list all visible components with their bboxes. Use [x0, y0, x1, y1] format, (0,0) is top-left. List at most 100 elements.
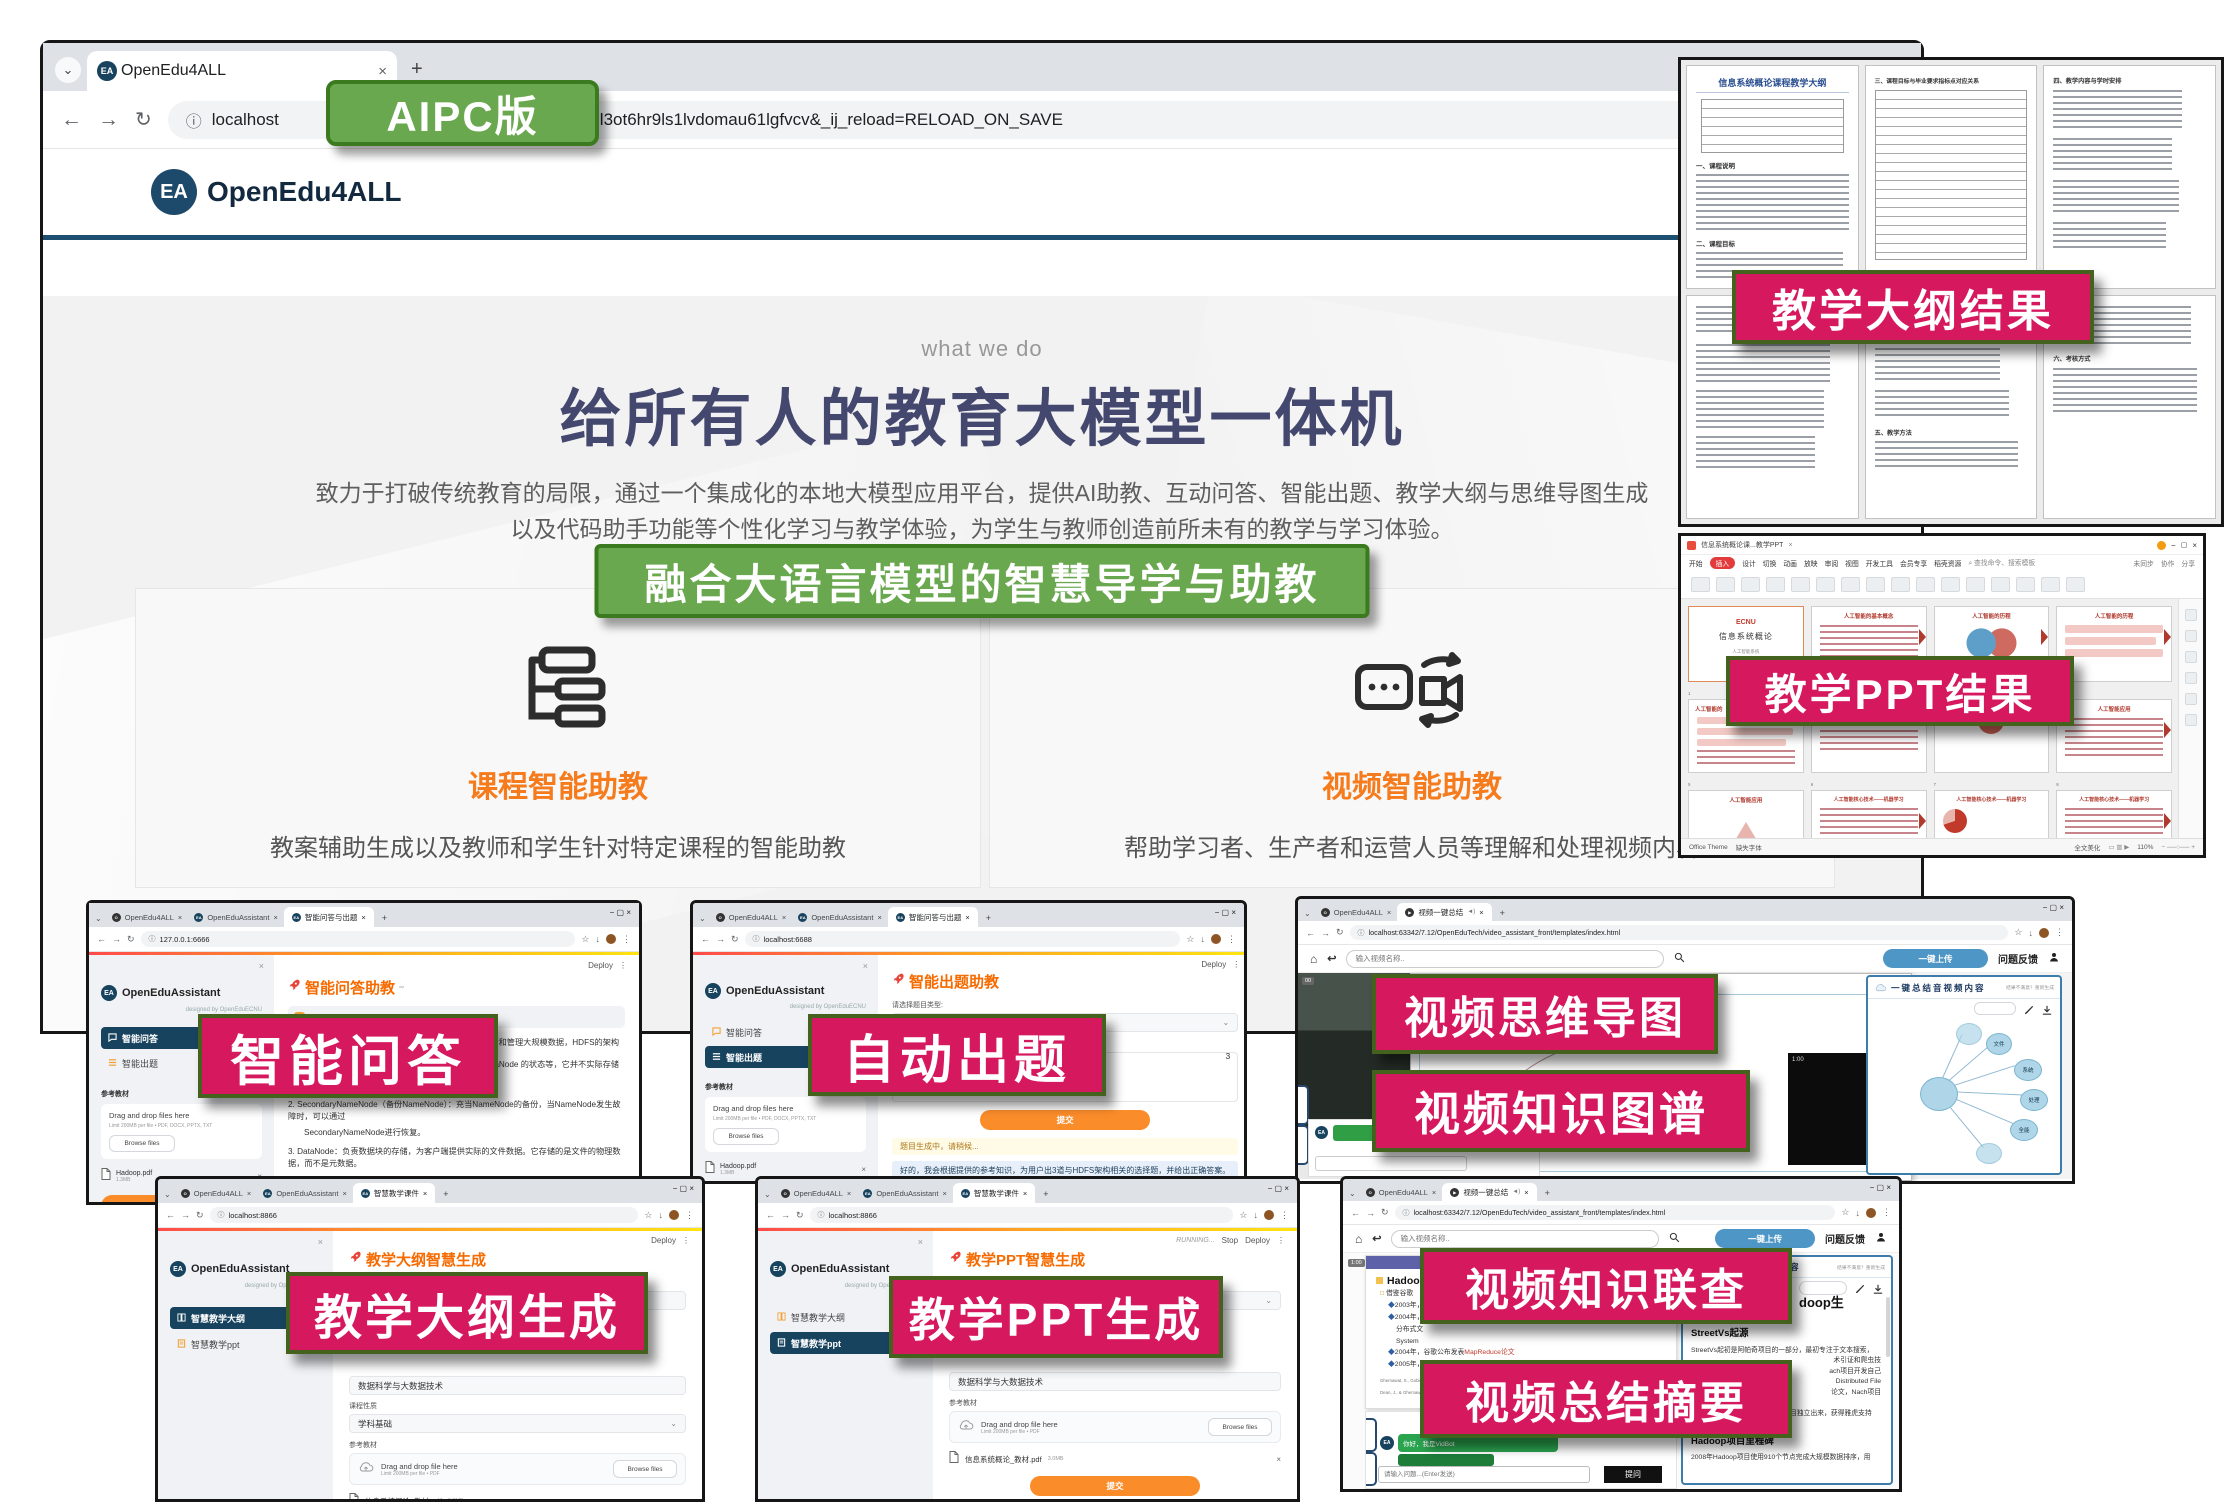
upload-dropzone[interactable]: Drag and drop files here Limit 200MB per… — [101, 1104, 262, 1159]
address-pill[interactable]: ⓘ localhost:6688 — [745, 931, 1181, 947]
ribbon-tab[interactable]: 审阅 — [1825, 558, 1839, 568]
ribbon-tab[interactable]: 放映 — [1804, 558, 1818, 568]
download-icon[interactable]: ↓ — [1201, 934, 1206, 944]
search-icon[interactable] — [1669, 1230, 1680, 1248]
forward-icon[interactable]: → — [112, 934, 121, 944]
slide-thumb-wrap[interactable]: 人工智能核心技术——机器学习 10 — [1811, 790, 1927, 839]
new-tab-button[interactable]: + — [1043, 1189, 1048, 1199]
download-icon[interactable]: ↓ — [1856, 1208, 1861, 1218]
remove-file-icon[interactable]: × — [681, 1497, 686, 1500]
ribbon-icon[interactable] — [1816, 577, 1835, 592]
menu-icon[interactable]: ⋮ — [1227, 934, 1236, 945]
profile-avatar[interactable] — [606, 934, 616, 944]
forward-icon[interactable]: → — [98, 108, 119, 132]
back-icon[interactable]: ← — [766, 1210, 775, 1220]
home-icon[interactable]: ⌂ — [1355, 1232, 1362, 1246]
tab-search-chevron[interactable]: ⌄ — [55, 57, 81, 83]
beautify-button[interactable]: 全文美化 — [2074, 842, 2100, 852]
back-icon[interactable]: ← — [61, 108, 82, 132]
zoom-slider[interactable]: − ──○── + — [2161, 844, 2195, 851]
new-tab-button[interactable]: + — [1545, 1188, 1550, 1198]
menu-icon[interactable]: ⋮ — [1277, 1236, 1285, 1245]
side-tool-icon[interactable] — [2185, 693, 2197, 705]
slide-thumb-wrap[interactable]: 人工智能核心技术——机器学习 11 — [1934, 790, 2050, 839]
reload-icon[interactable]: ↻ — [135, 107, 152, 132]
window-controls[interactable]: − ▢ × — [2043, 903, 2064, 912]
ribbon-icon[interactable] — [1991, 577, 2010, 592]
upload-button[interactable]: 一键上传 — [1883, 949, 1988, 968]
browser-tab[interactable]: O OpenEdu4ALL× — [775, 1184, 858, 1203]
minimize-icon[interactable]: − — [2171, 541, 2176, 550]
video-search-input[interactable] — [1391, 1230, 1659, 1248]
browser-tab-active[interactable]: EA 智能问答与出题× — [888, 907, 978, 927]
ribbon-icon[interactable] — [2041, 577, 2060, 592]
ribbon-icon[interactable] — [1716, 577, 1735, 592]
browser-tab-active[interactable]: ▶ 视频一键总结 ◄) × — [1442, 1183, 1536, 1201]
tab-close-icon[interactable]: × — [342, 1189, 346, 1198]
ribbon-tab[interactable]: 会员专享 — [1900, 558, 1927, 568]
side-tab-handle[interactable] — [1366, 1452, 1377, 1486]
window-controls[interactable]: − ▢ × — [1870, 1183, 1891, 1192]
side-tool-icon[interactable] — [2185, 651, 2197, 663]
feature-card-course[interactable]: 课程智能助教 教案辅助生成以及教师和学生针对特定课程的智能助教 — [135, 588, 981, 888]
user-icon[interactable] — [1875, 1230, 1887, 1248]
window-controls[interactable]: − ▢ × — [610, 908, 631, 917]
tab-close-icon[interactable]: × — [1479, 908, 1483, 917]
menu-icon[interactable]: ⋮ — [622, 934, 631, 945]
upload-dropzone[interactable]: Drag and drop file here Limit 200MB per … — [349, 1453, 686, 1485]
menu-icon[interactable]: ⋮ — [1280, 1210, 1289, 1221]
star-icon[interactable]: ☆ — [1186, 934, 1194, 945]
ribbon-search[interactable]: ⌕ 查找命令、搜索模板 — [1968, 557, 2035, 568]
menu-icon[interactable]: ⋮ — [1882, 1207, 1891, 1218]
video-search-input[interactable] — [1346, 950, 1664, 968]
back-icon[interactable]: ← — [1306, 928, 1315, 938]
browser-tab[interactable]: O OpenEdu4ALL× — [106, 908, 189, 927]
browse-files-button[interactable]: Browse files — [109, 1135, 175, 1152]
tab-close-icon[interactable]: × — [965, 913, 969, 922]
tab-close-icon[interactable]: × — [423, 1189, 427, 1198]
browse-files-button[interactable]: Browse files — [613, 1460, 677, 1478]
tab-close-icon[interactable]: × — [847, 1189, 851, 1198]
download-icon[interactable]: ↓ — [596, 934, 601, 944]
back-icon[interactable]: ← — [701, 934, 710, 944]
chat-input-stub[interactable] — [1315, 1156, 1467, 1171]
submit-button[interactable]: 提交 — [1030, 1476, 1200, 1496]
reload-icon[interactable]: ↻ — [1381, 1207, 1389, 1218]
tab-close-icon[interactable]: × — [1788, 542, 1792, 549]
address-pill[interactable]: ⓘ 127.0.0.1:6666 — [141, 931, 576, 947]
star-icon[interactable]: ☆ — [1841, 1207, 1849, 1218]
panel-scrollbar[interactable] — [1886, 1297, 1890, 1357]
feedback-link[interactable]: 问题反馈 — [1998, 951, 2038, 966]
view-mode-icons[interactable]: ▭ ▥ ▶ — [2108, 843, 2129, 851]
forward-icon[interactable]: → — [1321, 928, 1330, 938]
regenerate-link[interactable]: 结果不满意？重新生成 — [1837, 1264, 1885, 1271]
reload-icon[interactable]: ↻ — [796, 1210, 804, 1221]
back-icon[interactable]: ← — [1351, 1208, 1360, 1218]
sidebar-close-icon[interactable]: × — [918, 1237, 923, 1247]
wps-share[interactable]: 分享 — [2181, 558, 2195, 568]
site-logo-text[interactable]: OpenEdu4ALL — [207, 176, 401, 208]
wps-sync-status[interactable]: 未同步 — [2133, 558, 2153, 568]
profile-avatar[interactable] — [1866, 1208, 1876, 1218]
major-input[interactable]: 数据科学与大数据技术 — [949, 1372, 1281, 1391]
new-tab-button[interactable]: + — [986, 913, 991, 923]
upload-button[interactable]: 一键上传 — [1715, 1229, 1815, 1248]
return-icon[interactable]: ↩ — [1327, 952, 1336, 965]
browse-files-button[interactable]: Browse files — [1208, 1418, 1272, 1436]
side-tool-icon[interactable] — [2185, 609, 2197, 621]
slide-thumb-wrap[interactable]: 人工智能应用 9 — [1688, 790, 1804, 839]
tab-close-icon[interactable]: × — [1387, 908, 1391, 917]
side-tab-handle[interactable] — [1366, 1418, 1377, 1452]
return-icon[interactable]: ↩ — [1372, 1232, 1381, 1245]
browser-tab-active[interactable]: EA 智慧教学课件× — [953, 1183, 1035, 1203]
feedback-link[interactable]: 问题反馈 — [1825, 1231, 1865, 1246]
tab-close-icon[interactable]: × — [378, 63, 387, 80]
ribbon-icon[interactable] — [2016, 577, 2035, 592]
ribbon-tab[interactable]: 开始 — [1689, 558, 1703, 568]
ribbon-icon[interactable] — [1691, 577, 1710, 592]
star-icon[interactable]: ☆ — [2014, 927, 2022, 938]
ribbon-icon[interactable] — [1841, 577, 1860, 592]
sidebar-close-icon[interactable]: × — [259, 961, 264, 971]
slide-thumb-wrap[interactable]: 人工智能核心技术——机器学习 12 — [2056, 790, 2172, 839]
address-pill[interactable]: ⓘ localhost:8866 — [810, 1207, 1234, 1223]
